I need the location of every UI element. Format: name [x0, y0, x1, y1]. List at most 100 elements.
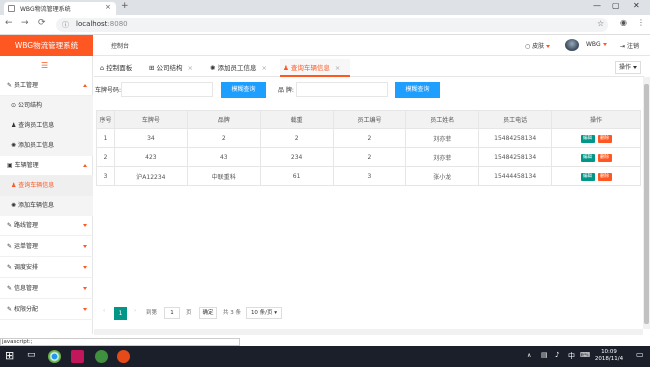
maximize-icon[interactable]: ▢: [612, 1, 620, 10]
task-view-icon[interactable]: ▭: [27, 350, 36, 360]
close-icon[interactable]: ×: [335, 64, 340, 72]
table-cell: 15484258134: [478, 147, 553, 167]
edit-button[interactable]: 编辑: [580, 172, 595, 181]
browser-status-bar: javascript:;: [0, 338, 240, 346]
delete-button[interactable]: 删除: [597, 134, 612, 143]
logout-link[interactable]: ⇥ 注销: [620, 41, 639, 50]
notifications-icon[interactable]: ▭: [636, 350, 644, 359]
console-link[interactable]: 控制台: [111, 41, 129, 50]
hamburger-menu-icon[interactable]: ☰: [41, 61, 48, 70]
delete-button[interactable]: 删除: [597, 153, 612, 162]
column-header[interactable]: 品牌: [186, 110, 261, 129]
scrollbar-thumb[interactable]: [644, 84, 649, 324]
brand-fuzzy-search-button[interactable]: 模糊查询: [395, 82, 440, 98]
column-header[interactable]: 序号: [96, 110, 115, 129]
tab-company-structure[interactable]: ⊞ 公司结构 ×: [149, 59, 207, 77]
volume-icon[interactable]: ♪: [555, 351, 559, 359]
window-close-icon[interactable]: ✕: [633, 1, 640, 10]
forward-icon[interactable]: →: [21, 18, 29, 28]
column-header[interactable]: 员工姓名: [405, 110, 480, 129]
column-header[interactable]: 载重: [259, 110, 334, 129]
back-icon[interactable]: ←: [5, 18, 13, 28]
bookmark-star-icon[interactable]: ☆: [597, 19, 604, 28]
tab-query-vehicles[interactable]: ♟ 查询车辆信息 ×: [280, 59, 350, 77]
table-header-row: 序号 车牌号 品牌 载重 员工编号 员工姓名 员工电话 操作: [96, 110, 641, 129]
horizontal-scrollbar[interactable]: [94, 329, 643, 335]
table-cell: 2: [332, 147, 407, 167]
sidebar-item-dispatch[interactable]: ✎ 调度安排: [0, 258, 93, 278]
table-cell: 2: [259, 128, 334, 148]
tray-up-icon[interactable]: ∧: [527, 352, 531, 359]
table-cell: 中联重科: [186, 166, 261, 186]
close-tab-icon[interactable]: ×: [105, 3, 111, 11]
column-header[interactable]: 员工编号: [332, 110, 407, 129]
app-logo[interactable]: WBG物流管理系统: [0, 35, 93, 56]
permissions-icon: ✎: [7, 306, 14, 313]
close-icon[interactable]: ×: [262, 64, 267, 72]
tab-add-staff[interactable]: ✺ 添加员工信息 ×: [210, 59, 278, 77]
avatar[interactable]: [565, 39, 579, 51]
sidebar-item-staff[interactable]: ✎ 员工管理: [0, 76, 93, 96]
current-page-button[interactable]: 1: [114, 307, 127, 320]
next-page-icon[interactable]: ›: [134, 308, 136, 314]
chevron-down-icon: [633, 66, 637, 69]
clock[interactable]: 10:09 2018/11/4: [592, 349, 626, 363]
table-row[interactable]: 2 423 43 234 2 刘亦菲 15484258134 编辑 删除: [96, 147, 641, 167]
goto-page-input[interactable]: 1: [164, 307, 180, 319]
page-size-select[interactable]: 10 条/页 ▾: [246, 307, 282, 319]
address-bar[interactable]: ⓘ localhost:8080 ☆: [56, 18, 608, 32]
edit-button[interactable]: 编辑: [580, 134, 595, 143]
plate-label: 车牌号码:: [95, 87, 122, 94]
sidebar-item-info[interactable]: ✎ 信息管理: [0, 279, 93, 299]
network-icon[interactable]: ▤: [541, 351, 548, 359]
app2-taskbar-icon[interactable]: [117, 350, 130, 363]
windows-start-icon[interactable]: ⊞: [5, 349, 14, 362]
goto-confirm-button[interactable]: 确定: [199, 307, 217, 319]
app-header: 控制台 ○ 皮肤 WBG ⇥ 注销: [93, 35, 650, 56]
reload-icon[interactable]: ⟳: [38, 18, 46, 28]
plate-search-input[interactable]: [121, 82, 213, 97]
url-text: localhost:8080: [76, 20, 128, 28]
account-icon[interactable]: ◉: [620, 18, 627, 27]
brand-search-input[interactable]: [296, 82, 388, 97]
column-header[interactable]: 员工电话: [478, 110, 553, 129]
table-row[interactable]: 3 沪A12234 中联重科 61 3 张小龙 15444458134 编辑 删除: [96, 166, 641, 186]
delete-button[interactable]: 删除: [597, 172, 612, 181]
table-cell: 2: [96, 147, 115, 167]
sidebar-item-vehicles[interactable]: ▣ 车辆管理: [0, 156, 93, 176]
column-header[interactable]: 车牌号: [113, 110, 188, 129]
info-icon[interactable]: ⓘ: [62, 20, 69, 30]
skin-menu[interactable]: ○ 皮肤: [525, 41, 551, 50]
sidebar-item-query-staff[interactable]: ♟ 查询员工信息: [0, 116, 93, 136]
operations-dropdown[interactable]: 操作: [615, 61, 641, 74]
prev-page-icon[interactable]: ‹: [103, 308, 105, 314]
sidebar-item-waybills[interactable]: ✎ 运单管理: [0, 237, 93, 257]
sidebar-item-routes[interactable]: ✎ 路线管理: [0, 216, 93, 236]
plate-fuzzy-search-button[interactable]: 模糊查询: [221, 82, 266, 98]
table-cell: 43: [186, 147, 261, 167]
sidebar-item-add-vehicles[interactable]: ✺ 添加车辆信息: [0, 196, 93, 216]
sidebar-item-company-structure[interactable]: ⊙ 公司结构: [0, 96, 93, 116]
tab-dashboard[interactable]: ⌂ 控制面板: [100, 59, 146, 77]
edit-button[interactable]: 编辑: [580, 153, 595, 162]
app-taskbar-icon[interactable]: [95, 350, 108, 363]
minimize-icon[interactable]: —: [593, 1, 601, 10]
chevron-down-icon: [83, 266, 87, 269]
page-unit-label: 页: [186, 310, 192, 316]
table-row[interactable]: 1 34 2 2 2 刘亦菲 15484258134 编辑 删除: [96, 128, 641, 148]
sidebar-item-query-vehicles[interactable]: ♟ 查询车辆信息: [0, 176, 93, 196]
close-icon[interactable]: ×: [188, 64, 193, 72]
ide-taskbar-icon[interactable]: [71, 350, 84, 363]
ime-icon[interactable]: 中: [568, 351, 575, 361]
chevron-down-icon: [602, 43, 607, 46]
gear-icon: ✺: [11, 142, 18, 149]
browser-tab[interactable]: WBG物流管理系统 ×: [4, 2, 116, 15]
table-cell: 15484258134: [478, 128, 553, 148]
user-menu[interactable]: WBG: [586, 41, 607, 48]
new-tab-button[interactable]: +: [121, 1, 129, 11]
sidebar-item-add-staff[interactable]: ✺ 添加员工信息: [0, 136, 93, 156]
keyboard-icon[interactable]: ⌨: [580, 351, 590, 359]
chrome-taskbar-icon[interactable]: [48, 350, 61, 363]
sidebar-item-permissions[interactable]: ✎ 权限分配: [0, 300, 93, 320]
menu-dots-icon[interactable]: ⋮: [637, 18, 645, 27]
